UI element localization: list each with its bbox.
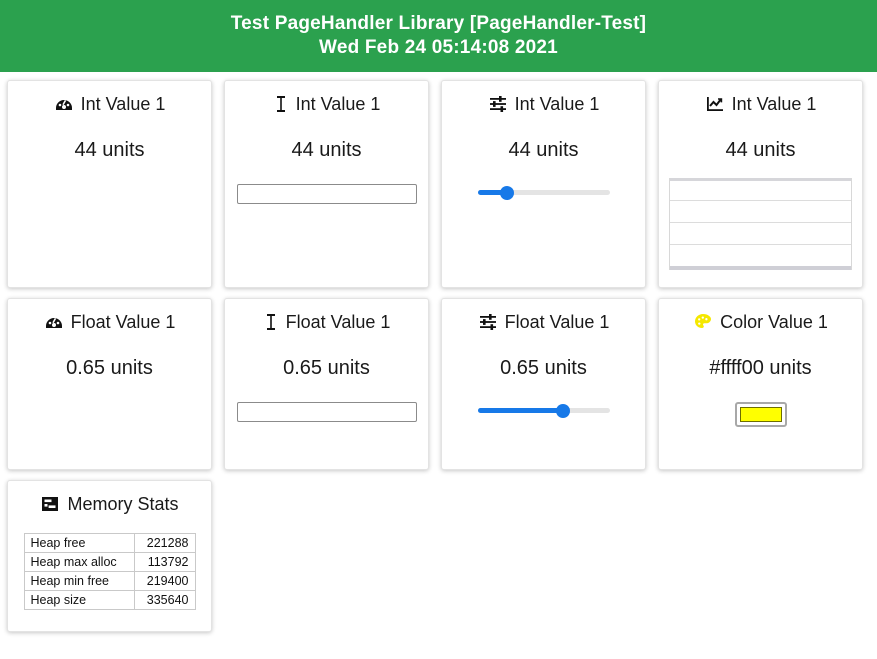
row-label: Heap size xyxy=(23,590,135,610)
card-color-value-1: Color Value 1 #ffff00 units xyxy=(658,298,863,470)
card-value: 0.65 units xyxy=(500,357,587,379)
row-value: 335640 xyxy=(133,590,196,610)
card-title: Int Value 1 xyxy=(488,91,600,117)
app-header: Test PageHandler Library [PageHandler-Te… xyxy=(0,0,877,72)
gauge-icon xyxy=(54,94,74,114)
int-value-text-input[interactable] xyxy=(236,184,417,204)
text-cursor-icon xyxy=(273,94,289,114)
card-memory-stats: Memory Stats Heap free 221288 Heap max a… xyxy=(7,480,212,632)
row-label: Heap min free xyxy=(23,571,135,591)
card-title-text: Color Value 1 xyxy=(720,311,828,332)
chart-gridline xyxy=(670,200,851,201)
page-timestamp: Wed Feb 24 05:14:08 2021 xyxy=(319,37,558,58)
text-cursor-icon xyxy=(263,312,279,332)
table-row: Heap min free 219400 xyxy=(23,571,196,591)
card-title: Memory Stats xyxy=(40,491,179,517)
card-title-text: Memory Stats xyxy=(67,493,179,514)
memory-stats-table: Heap free 221288 Heap max alloc 113792 H… xyxy=(23,533,196,610)
card-float-value-1-text: Float Value 1 0.65 units xyxy=(224,298,429,470)
card-title: Int Value 1 xyxy=(54,91,166,117)
card-title: Int Value 1 xyxy=(705,91,817,117)
line-chart-icon xyxy=(705,94,725,114)
gauge-icon xyxy=(44,312,64,332)
card-value: #ffff00 units xyxy=(709,357,812,379)
card-int-value-1-slider: Int Value 1 44 units xyxy=(441,80,646,288)
card-title: Float Value 1 xyxy=(478,309,610,335)
card-widget xyxy=(669,402,852,427)
sliders-icon xyxy=(478,312,498,332)
table-row: Heap size 335640 xyxy=(23,590,196,610)
float-value-slider[interactable] xyxy=(477,402,610,420)
slider-thumb[interactable] xyxy=(556,404,571,418)
chart-gridline xyxy=(670,244,851,245)
row-label: Heap free xyxy=(23,533,135,553)
float-value-text-input[interactable] xyxy=(236,402,417,422)
card-widget xyxy=(452,184,635,202)
card-title: Color Value 1 xyxy=(693,309,828,335)
chart-gridline xyxy=(670,178,851,181)
memory-stats-tbody: Heap free 221288 Heap max alloc 113792 H… xyxy=(23,533,196,610)
card-int-value-1-text: Int Value 1 44 units xyxy=(224,80,429,288)
card-value: 44 units xyxy=(74,139,145,161)
card-widget xyxy=(235,184,418,204)
page-title: Test PageHandler Library [PageHandler-Te… xyxy=(230,13,647,34)
table-row: Heap max alloc 113792 xyxy=(23,552,196,572)
card-value: 0.65 units xyxy=(283,357,370,379)
row-value: 219400 xyxy=(133,571,196,591)
card-float-value-1-gauge: Float Value 1 0.65 units xyxy=(7,298,212,470)
card-value: 44 units xyxy=(508,139,579,161)
card-widget xyxy=(235,402,418,422)
card-value: 0.65 units xyxy=(66,357,153,379)
chart-gridline xyxy=(670,222,851,223)
card-grid: Int Value 1 44 units Int Value 1 44 unit… xyxy=(0,72,877,632)
int-value-slider[interactable] xyxy=(477,184,610,202)
card-value: 44 units xyxy=(291,139,362,161)
chart-baseline xyxy=(670,266,851,270)
card-title-text: Int Value 1 xyxy=(295,93,381,114)
color-value-picker[interactable] xyxy=(734,402,787,427)
card-title-text: Int Value 1 xyxy=(514,93,600,114)
card-widget xyxy=(452,402,635,420)
card-title: Float Value 1 xyxy=(44,309,176,335)
palette-icon xyxy=(693,312,713,332)
slider-fill xyxy=(477,408,564,413)
card-title-text: Float Value 1 xyxy=(70,311,176,332)
row-value: 113792 xyxy=(133,552,196,572)
card-value: 44 units xyxy=(725,139,796,161)
card-title-text: Float Value 1 xyxy=(285,311,391,332)
card-title: Int Value 1 xyxy=(273,91,381,117)
card-float-value-1-slider: Float Value 1 0.65 units xyxy=(441,298,646,470)
sliders-icon xyxy=(488,94,508,114)
slider-thumb[interactable] xyxy=(499,186,514,200)
card-title-text: Float Value 1 xyxy=(504,311,610,332)
memory-icon xyxy=(40,494,60,514)
color-swatch-fill xyxy=(739,407,782,422)
card-title-text: Int Value 1 xyxy=(731,93,817,114)
int-value-chart[interactable] xyxy=(669,178,852,270)
row-value: 221288 xyxy=(133,533,196,553)
table-row: Heap free 221288 xyxy=(23,533,196,553)
card-title-text: Int Value 1 xyxy=(80,93,166,114)
card-widget xyxy=(669,178,852,270)
card-title: Float Value 1 xyxy=(263,309,391,335)
card-int-value-1-chart: Int Value 1 44 units xyxy=(658,80,863,288)
row-label: Heap max alloc xyxy=(23,552,135,572)
card-int-value-1-gauge: Int Value 1 44 units xyxy=(7,80,212,288)
